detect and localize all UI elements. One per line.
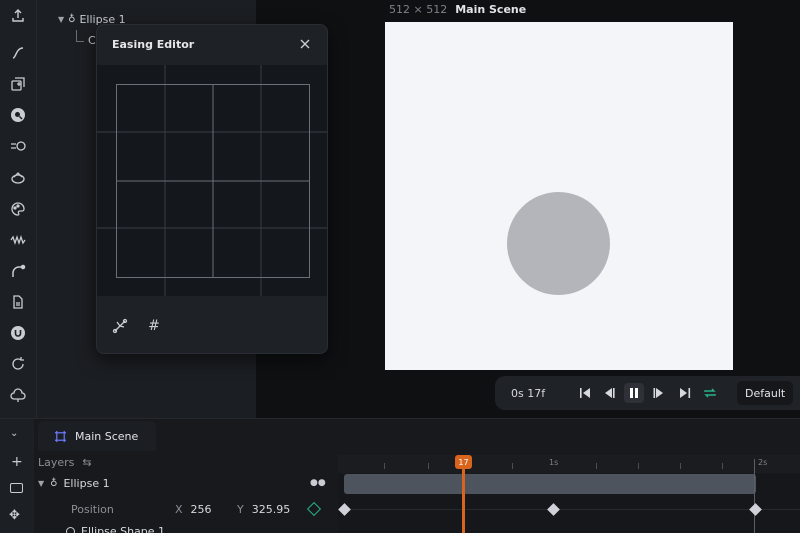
x-value[interactable]: 256 xyxy=(191,503,212,516)
refresh-icon[interactable] xyxy=(8,354,28,374)
easing-tools: # xyxy=(111,317,163,335)
scene-size: 512 × 512 xyxy=(389,3,448,16)
timeline-ruler[interactable]: 1s 2s xyxy=(338,455,800,473)
playback-bar: 0s 17f Default xyxy=(495,376,800,410)
grid-snap-icon[interactable]: # xyxy=(145,317,163,335)
link-chain-icon[interactable]: ●● xyxy=(310,478,326,488)
ruler-label-2s: 2s xyxy=(758,458,768,467)
end-marker[interactable] xyxy=(754,459,755,533)
skip-start-icon[interactable] xyxy=(577,385,593,401)
easing-graph[interactable] xyxy=(97,65,327,296)
ruler-tick xyxy=(596,463,597,469)
wave-icon[interactable] xyxy=(8,230,28,250)
layer-name: Ellipse 1 xyxy=(63,477,110,490)
keyframe-toggle-icon[interactable] xyxy=(306,501,322,517)
caret-down-icon[interactable]: ▼ xyxy=(38,479,44,488)
app-root: ▼ ♁ Ellipse 1 C 512 × 512 Main Scene 0s … xyxy=(0,0,800,533)
layer-shape-name: Ellipse Shape 1 xyxy=(81,525,166,533)
timeline-panel: ⌄ Main Scene + ✥ Layers ⇆ ▼ ♁ Ellipse 1 … xyxy=(0,418,800,533)
easing-grid xyxy=(97,65,327,296)
ruler-label-1s: 1s xyxy=(549,458,559,467)
step-forward-icon[interactable] xyxy=(651,385,667,401)
caret-down-icon[interactable]: ▼ xyxy=(58,15,64,24)
ellipse-shape[interactable] xyxy=(507,192,610,295)
easing-editor-title: Easing Editor xyxy=(112,38,195,51)
pause-button[interactable] xyxy=(624,383,644,403)
ruler-tick xyxy=(512,463,513,469)
step-back-icon[interactable] xyxy=(601,385,617,401)
tool-rail xyxy=(0,0,37,418)
fill-bucket-icon[interactable] xyxy=(8,168,28,188)
current-time[interactable]: 0s 17f xyxy=(511,387,545,400)
y-value[interactable]: 325.95 xyxy=(252,503,291,516)
shape-list-icon[interactable] xyxy=(8,136,28,156)
scene-artboard[interactable] xyxy=(385,22,733,370)
playhead-frame[interactable]: 17 xyxy=(455,455,472,469)
layer-duration-bar[interactable] xyxy=(344,474,756,494)
document-icon[interactable] xyxy=(8,292,28,312)
tab-main-scene[interactable]: Main Scene xyxy=(38,421,156,451)
shape-group-icon: ♁ xyxy=(50,478,58,489)
easing-editor-panel: Easing Editor # xyxy=(96,24,328,354)
tree-icon[interactable] xyxy=(8,385,28,405)
add-layer-icon[interactable] xyxy=(8,74,28,94)
collapse-chevron-icon[interactable]: ⌄ xyxy=(10,428,18,439)
property-track xyxy=(344,509,800,510)
tree-child-label: C xyxy=(88,34,96,47)
folder-icon[interactable] xyxy=(10,483,23,493)
search-icon[interactable] xyxy=(8,105,28,125)
loop-icon[interactable] xyxy=(702,385,718,401)
ruler-tick xyxy=(722,463,723,469)
component-icon[interactable]: ✥ xyxy=(9,508,20,523)
layers-header: Layers ⇆ xyxy=(38,456,92,469)
tree-row-child[interactable]: C xyxy=(76,29,96,47)
position-x[interactable]: X 256 xyxy=(175,503,212,516)
preset-select[interactable]: Default xyxy=(737,381,794,405)
layers-label: Layers xyxy=(38,456,75,469)
plugin-u-icon[interactable] xyxy=(8,323,28,343)
scene-name: Main Scene xyxy=(455,3,527,16)
palette-icon[interactable] xyxy=(8,199,28,219)
skip-end-icon[interactable] xyxy=(677,385,693,401)
layer-row-ellipse-shape[interactable]: Ellipse Shape 1 xyxy=(66,525,165,533)
artboard-icon xyxy=(54,430,67,442)
shape-group-icon: ♁ xyxy=(68,14,76,25)
tab-main-scene-label: Main Scene xyxy=(75,429,139,443)
layer-row-ellipse[interactable]: ▼ ♁ Ellipse 1 xyxy=(38,477,110,490)
scene-caption: 512 × 512 Main Scene xyxy=(389,3,526,16)
ruler-tick xyxy=(384,463,385,469)
ruler-tick xyxy=(680,463,681,469)
bezier-handle-icon[interactable] xyxy=(111,317,129,335)
ruler-tick xyxy=(638,463,639,469)
position-y[interactable]: Y 325.95 xyxy=(237,503,290,516)
tree-connector xyxy=(76,29,84,42)
x-label: X xyxy=(175,503,183,516)
add-icon[interactable]: + xyxy=(11,454,23,470)
path-curve-icon[interactable] xyxy=(8,261,28,281)
ellipse-shape-icon xyxy=(66,527,75,533)
property-label: Position xyxy=(71,503,114,516)
close-icon[interactable] xyxy=(299,38,311,50)
export-icon[interactable] xyxy=(8,6,28,26)
swap-arrows-icon[interactable]: ⇆ xyxy=(82,456,91,469)
ruler-tick xyxy=(428,463,429,469)
y-label: Y xyxy=(237,503,244,516)
pen-curve-icon[interactable] xyxy=(8,43,28,63)
